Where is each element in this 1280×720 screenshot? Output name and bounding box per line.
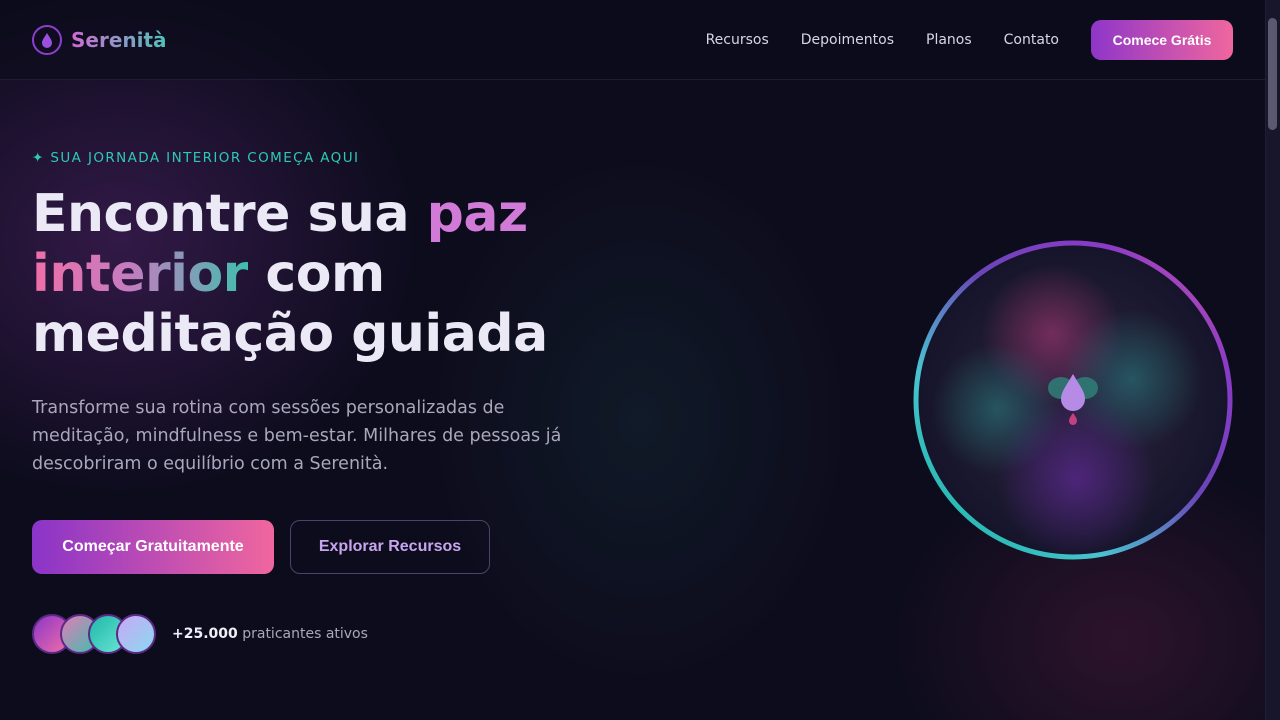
nav-link-planos[interactable]: Planos (926, 32, 972, 48)
meditation-orb (912, 239, 1234, 561)
hero-buttons: Começar Gratuitamente Explorar Recursos (32, 520, 632, 574)
practitioner-label: praticantes ativos (237, 626, 368, 642)
brand-logo[interactable]: Serenità (32, 24, 167, 55)
practitioner-count: +25.000 (172, 626, 238, 642)
nav-link-contato[interactable]: Contato (1004, 32, 1059, 48)
explore-resources-button[interactable]: Explorar Recursos (290, 520, 490, 574)
hero-section: ✦ SUA JORNADA INTERIOR COMEÇA AQUI Encon… (32, 150, 632, 654)
nav-link-depoimentos[interactable]: Depoimentos (801, 32, 894, 48)
water-drop-icon (32, 24, 62, 55)
start-free-button[interactable]: Começar Gratuitamente (32, 520, 274, 574)
hero-title-highlight-interior: interior (32, 244, 248, 304)
page-scrollbar[interactable] (1265, 0, 1280, 720)
avatar (116, 614, 156, 654)
hero-title-highlight-paz: paz (426, 184, 529, 244)
hero-lead: Transforme sua rotina com sessões person… (32, 398, 562, 474)
start-free-nav-button[interactable]: Comece Grátis (1091, 19, 1233, 60)
brand-name: Serenità (71, 27, 167, 52)
hero-title-part2: com (247, 244, 385, 304)
nav-link-recursos[interactable]: Recursos (706, 32, 769, 48)
avatar-stack (32, 614, 156, 654)
scrollbar-thumb[interactable] (1268, 18, 1277, 130)
social-proof-text: +25.000 praticantes ativos (172, 626, 368, 642)
hero-eyebrow: ✦ SUA JORNADA INTERIOR COMEÇA AQUI (32, 150, 360, 166)
hero-title: Encontre sua paz interior com meditação … (32, 184, 632, 364)
social-proof: +25.000 praticantes ativos (32, 614, 632, 654)
hero-title-part1: Encontre sua (32, 184, 427, 244)
main-nav: Recursos Depoimentos Planos Contato Come… (706, 19, 1233, 60)
top-navbar: Serenità Recursos Depoimentos Planos Con… (0, 0, 1265, 80)
hero-title-part3: meditação guiada (32, 304, 548, 364)
